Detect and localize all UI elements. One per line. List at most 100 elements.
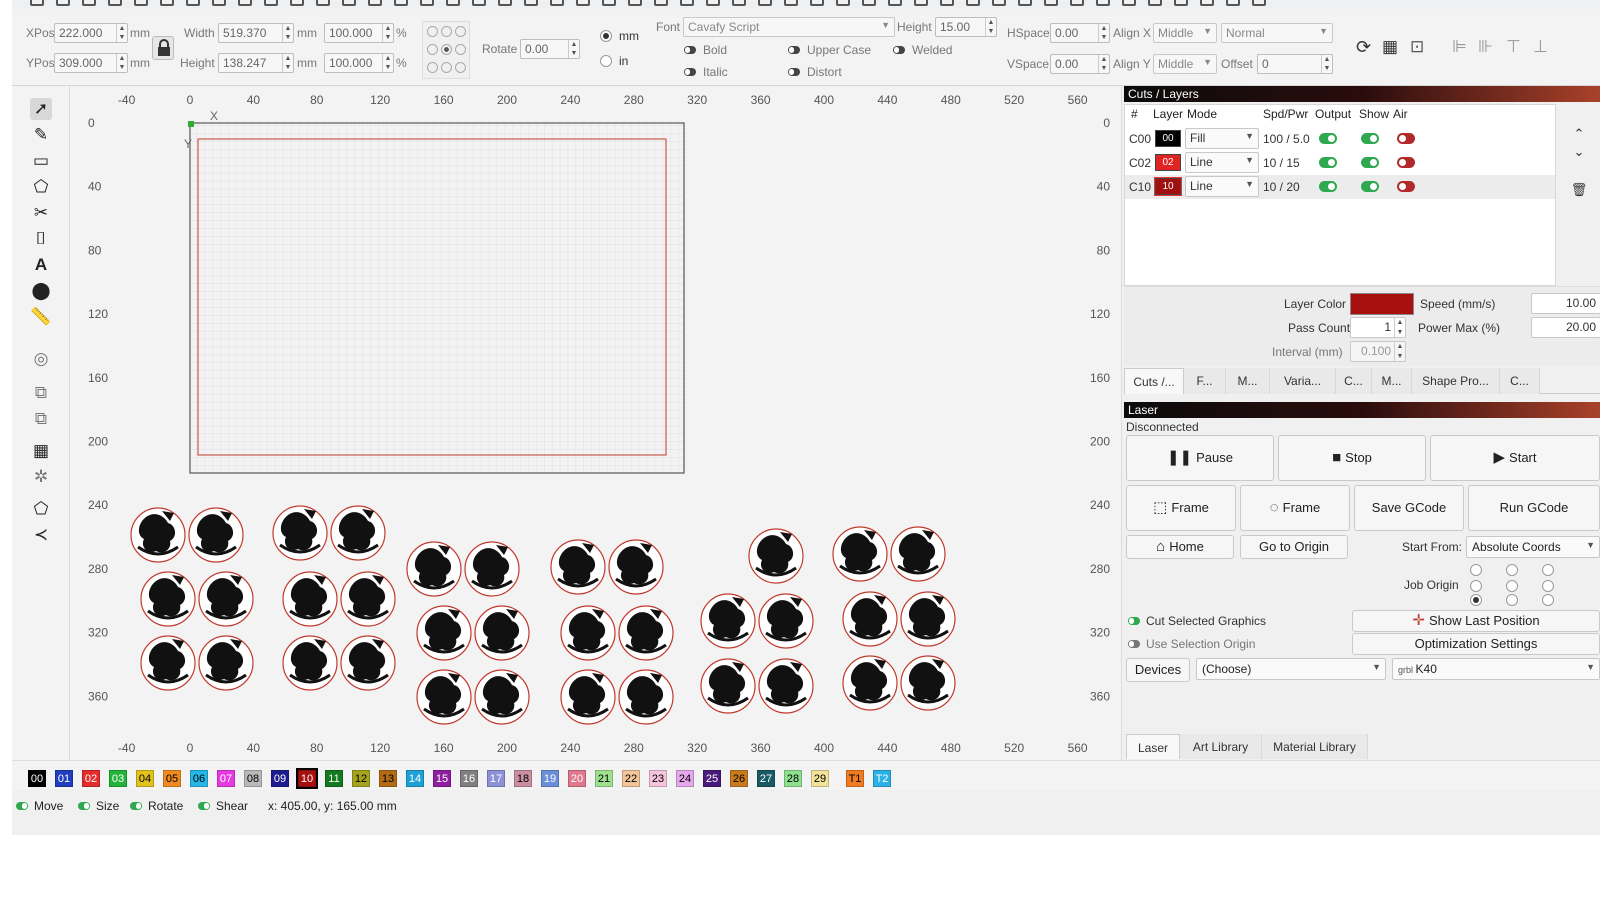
toolbar-button-icon[interactable] <box>758 0 772 6</box>
palette-chip-11[interactable]: 11 <box>325 770 343 787</box>
distort-toggle[interactable] <box>788 68 800 76</box>
engraved-medal[interactable] <box>271 504 329 562</box>
toolbar-button-icon[interactable] <box>1252 0 1266 6</box>
palette-chip-24[interactable]: 24 <box>676 770 694 787</box>
home-button[interactable]: ⌂ Home <box>1126 535 1234 559</box>
toolbar-button-icon[interactable] <box>524 0 538 6</box>
toolbar-button-icon[interactable] <box>212 0 226 6</box>
engraved-medal[interactable] <box>559 604 617 662</box>
engraved-medal[interactable] <box>339 570 397 628</box>
palette-chip-25[interactable]: 25 <box>703 770 721 787</box>
pass-count-input[interactable]: 1 ▲ ▼ <box>1350 317 1406 338</box>
camera-icon[interactable]: ▦ <box>1382 37 1398 57</box>
start-from-select[interactable]: Absolute Coords ▼ <box>1466 536 1600 558</box>
tab-laser[interactable]: Laser <box>1126 734 1180 759</box>
hspace-input[interactable]: 0.00 ▲ ▼ <box>1050 23 1110 43</box>
toolbar-button-icon[interactable] <box>550 0 564 6</box>
palette-chip-04[interactable]: 04 <box>136 770 154 787</box>
toolbar-button-icon[interactable] <box>420 0 434 6</box>
toolbar-button-icon[interactable] <box>784 0 798 6</box>
toolbar-button-icon[interactable] <box>1018 0 1032 6</box>
bold-toggle[interactable] <box>684 46 696 54</box>
toolbar-button-icon[interactable] <box>30 0 44 6</box>
engraved-medal[interactable] <box>699 657 757 715</box>
toolbar-button-icon[interactable] <box>966 0 980 6</box>
toolbar-button-icon[interactable] <box>992 0 1006 6</box>
toolbar-button-icon[interactable] <box>576 0 590 6</box>
toolbar-button-icon[interactable] <box>836 0 850 6</box>
cut-selected-toggle[interactable] <box>1128 617 1140 625</box>
toolbar-button-icon[interactable] <box>940 0 954 6</box>
position-laser-tool-icon[interactable]: ⬤ <box>30 280 52 302</box>
engraved-medal[interactable] <box>473 604 531 662</box>
refresh-icon[interactable]: ⟳ <box>1356 37 1371 58</box>
palette-chip-26[interactable]: 26 <box>730 770 748 787</box>
power-max-input[interactable]: 20.00 <box>1531 317 1600 338</box>
palette-chip-02[interactable]: 02 <box>82 770 100 787</box>
save-gcode-button[interactable]: Save GCode <box>1354 485 1464 531</box>
mode-select[interactable]: Fill ▼ <box>1185 128 1259 149</box>
toolbar-button-icon[interactable] <box>1200 0 1214 6</box>
unit-mm-radio[interactable] <box>600 30 612 42</box>
lock-aspect-button[interactable] <box>152 36 174 60</box>
engraved-medal[interactable] <box>473 668 531 726</box>
engraved-medal[interactable] <box>559 668 617 726</box>
toolbar-button-icon[interactable] <box>1096 0 1110 6</box>
engraved-medal[interactable] <box>129 506 187 564</box>
toolbar-button-icon[interactable] <box>498 0 512 6</box>
palette-chip-T2[interactable]: T2 <box>873 770 891 787</box>
palette-chip-07[interactable]: 07 <box>217 770 235 787</box>
tab-f[interactable]: F... <box>1184 368 1226 394</box>
toolbar-button-icon[interactable] <box>602 0 616 6</box>
palette-chip-15[interactable]: 15 <box>433 770 451 787</box>
engraved-medal[interactable] <box>329 504 387 562</box>
text-tool-icon[interactable]: A <box>30 254 52 276</box>
width-input[interactable]: 519.370 ▲ ▼ <box>218 23 294 43</box>
align-y-select[interactable]: Middle ▼ <box>1153 54 1217 74</box>
measure-tool-icon[interactable]: 📏 <box>30 306 52 328</box>
mirror-tool-icon[interactable]: ≺ <box>30 524 52 546</box>
palette-chip-29[interactable]: 29 <box>811 770 829 787</box>
height-percent-input[interactable]: 100.000 ▲ ▼ <box>324 53 394 73</box>
engraved-medal[interactable] <box>607 538 665 596</box>
shear-toggle[interactable] <box>198 802 210 810</box>
engraved-medal[interactable] <box>139 634 197 692</box>
tab-shape-properties[interactable]: Shape Pro... <box>1412 368 1500 394</box>
rubber-band-frame-button[interactable]: ◌ Frame <box>1240 485 1350 531</box>
palette-chip-01[interactable]: 01 <box>55 770 73 787</box>
speed-input[interactable]: 10.00 <box>1531 293 1600 314</box>
vspace-input[interactable]: 0.00 ▲ ▼ <box>1050 54 1110 74</box>
offset-input[interactable]: 0 ▲ ▼ <box>1257 54 1333 74</box>
engraved-medal[interactable] <box>463 540 521 598</box>
italic-toggle[interactable] <box>684 68 696 76</box>
toolbar-button-icon[interactable] <box>472 0 486 6</box>
toolbar-button-icon[interactable] <box>368 0 382 6</box>
toolbar-button-icon[interactable] <box>238 0 252 6</box>
pause-button[interactable]: ❚❚ Pause <box>1126 435 1274 481</box>
palette-chip-06[interactable]: 06 <box>190 770 208 787</box>
engraved-medal[interactable] <box>187 506 245 564</box>
width-percent-input[interactable]: 100.000 ▲ ▼ <box>324 23 394 43</box>
palette-chip-20[interactable]: 20 <box>568 770 586 787</box>
tab-m[interactable]: M... <box>1226 368 1270 394</box>
show-toggle[interactable] <box>1361 157 1379 168</box>
show-toggle[interactable] <box>1361 133 1379 144</box>
toolbar-button-icon[interactable] <box>628 0 642 6</box>
grid-array-tool-icon[interactable]: ▦ <box>30 440 52 462</box>
engraved-medal[interactable] <box>899 590 957 648</box>
unit-in-radio[interactable] <box>600 55 612 67</box>
boolean-union-tool-icon[interactable]: ⧉ <box>30 382 52 404</box>
palette-chip-22[interactable]: 22 <box>622 770 640 787</box>
rotate-toggle[interactable] <box>130 802 142 810</box>
ypos-input[interactable]: 309.000 ▲ ▼ <box>54 53 128 73</box>
text-mode-select[interactable]: Normal ▼ <box>1221 23 1333 43</box>
frame-button[interactable]: ⬚ Frame <box>1126 485 1236 531</box>
mode-select[interactable]: Line ▼ <box>1185 152 1259 173</box>
layer-color-swatch[interactable] <box>1350 293 1414 315</box>
move-layer-down-icon[interactable]: ⌄ <box>1558 144 1600 160</box>
rotate-input[interactable]: 0.00 ▲ ▼ <box>520 39 580 59</box>
select-tool-icon[interactable]: ➚ <box>30 98 52 120</box>
toolbar-button-icon[interactable] <box>56 0 70 6</box>
engraved-medal[interactable] <box>617 668 675 726</box>
table-row[interactable]: C00 00 Fill ▼ 100 / 5.0 <box>1125 127 1555 151</box>
